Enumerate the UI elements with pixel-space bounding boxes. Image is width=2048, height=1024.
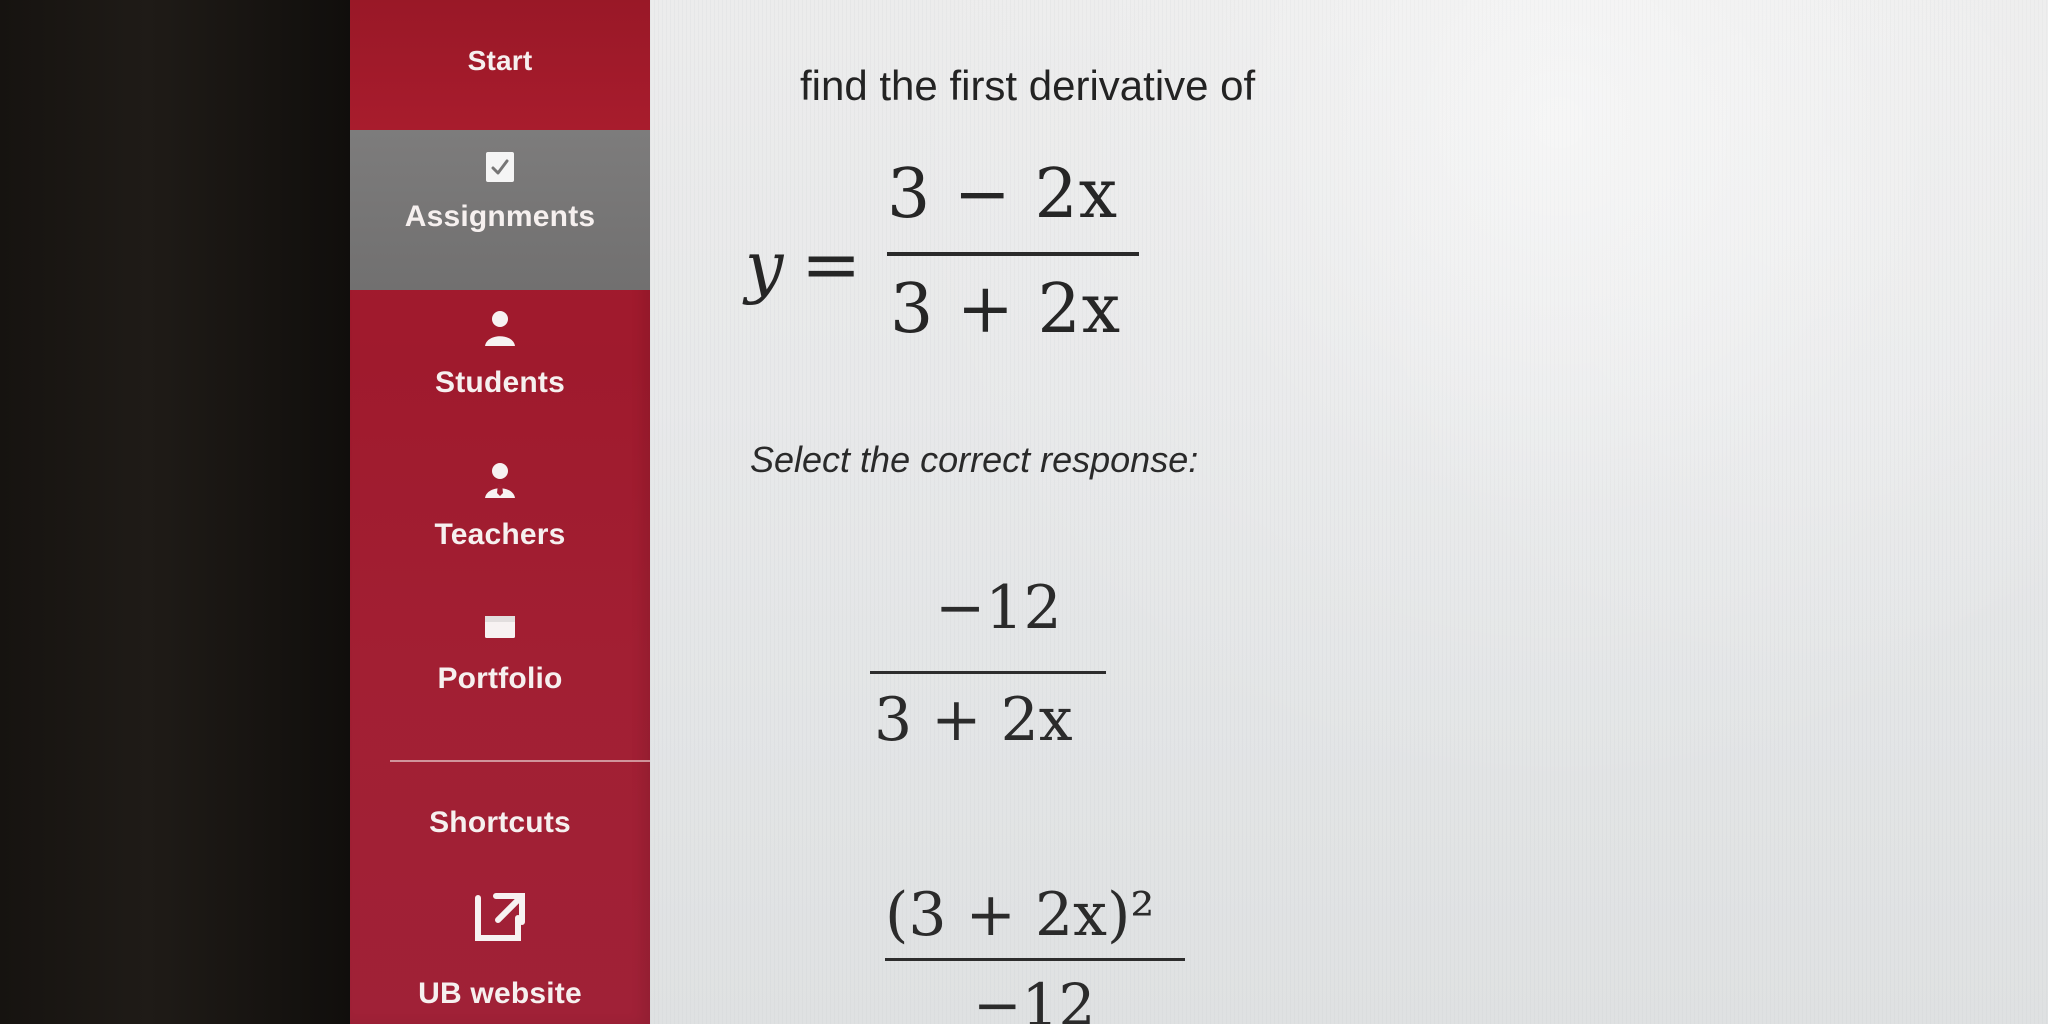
portfolio-icon [350, 610, 650, 652]
equation-fraction-bar [887, 252, 1139, 256]
response-denominator: −12 [973, 971, 1096, 1024]
student-icon [350, 308, 650, 356]
sidebar-item-label: Portfolio [437, 662, 563, 695]
question-area: find the first derivative of y = 3 − 2x … [650, 0, 2048, 1024]
equation-equals: = [801, 222, 862, 306]
response-option-1[interactable]: −12 3 + 2x [870, 565, 1120, 770]
response-numerator: (3 + 2x)² [885, 880, 1155, 950]
sidebar-shortcuts-heading: Shortcuts [350, 806, 650, 846]
response-denominator: 3 + 2x [874, 685, 1073, 755]
sidebar-item-label: Students [435, 366, 565, 399]
equation-denominator: 3 + 2x [890, 270, 1122, 349]
sidebar-item-ub-website[interactable]: UB website [350, 880, 650, 1010]
sidebar-item-label: Assignments [404, 200, 596, 233]
assignment-check-icon [350, 150, 650, 190]
equation-numerator: 3 − 2x [887, 155, 1119, 234]
sidebar-item-students[interactable]: Students [350, 308, 650, 418]
sidebar-item-label: Teachers [434, 518, 566, 551]
response-fraction-bar [870, 671, 1106, 674]
sidebar-item-portfolio[interactable]: Portfolio [350, 610, 650, 720]
monitor-bezel [0, 0, 370, 1024]
sidebar-item-start[interactable]: Start [350, 44, 650, 130]
shortcuts-label: Shortcuts [429, 806, 571, 839]
response-option-2[interactable]: (3 + 2x)² −12 [885, 855, 1215, 1024]
sidebar-divider [390, 760, 650, 762]
equation-variable: y [745, 228, 784, 307]
sidebar-item-label: UB website [418, 977, 582, 1010]
teacher-icon [350, 460, 650, 508]
sidebar-item-assignments[interactable]: Assignments [350, 130, 650, 290]
question-prompt: find the first derivative of [800, 62, 1256, 109]
screen: Start Assignments Students Teachers Port… [0, 0, 2048, 1024]
response-instruction: Select the correct response: [750, 439, 1199, 480]
sidebar-item-label: Start [467, 45, 533, 76]
response-numerator: −12 [935, 573, 1062, 643]
sidebar: Start Assignments Students Teachers Port… [350, 0, 650, 1024]
response-fraction-bar [885, 958, 1185, 961]
question-equation: y = 3 − 2x 3 + 2x [745, 140, 1205, 370]
sidebar-item-teachers[interactable]: Teachers [350, 460, 650, 570]
external-link-icon [350, 880, 650, 959]
